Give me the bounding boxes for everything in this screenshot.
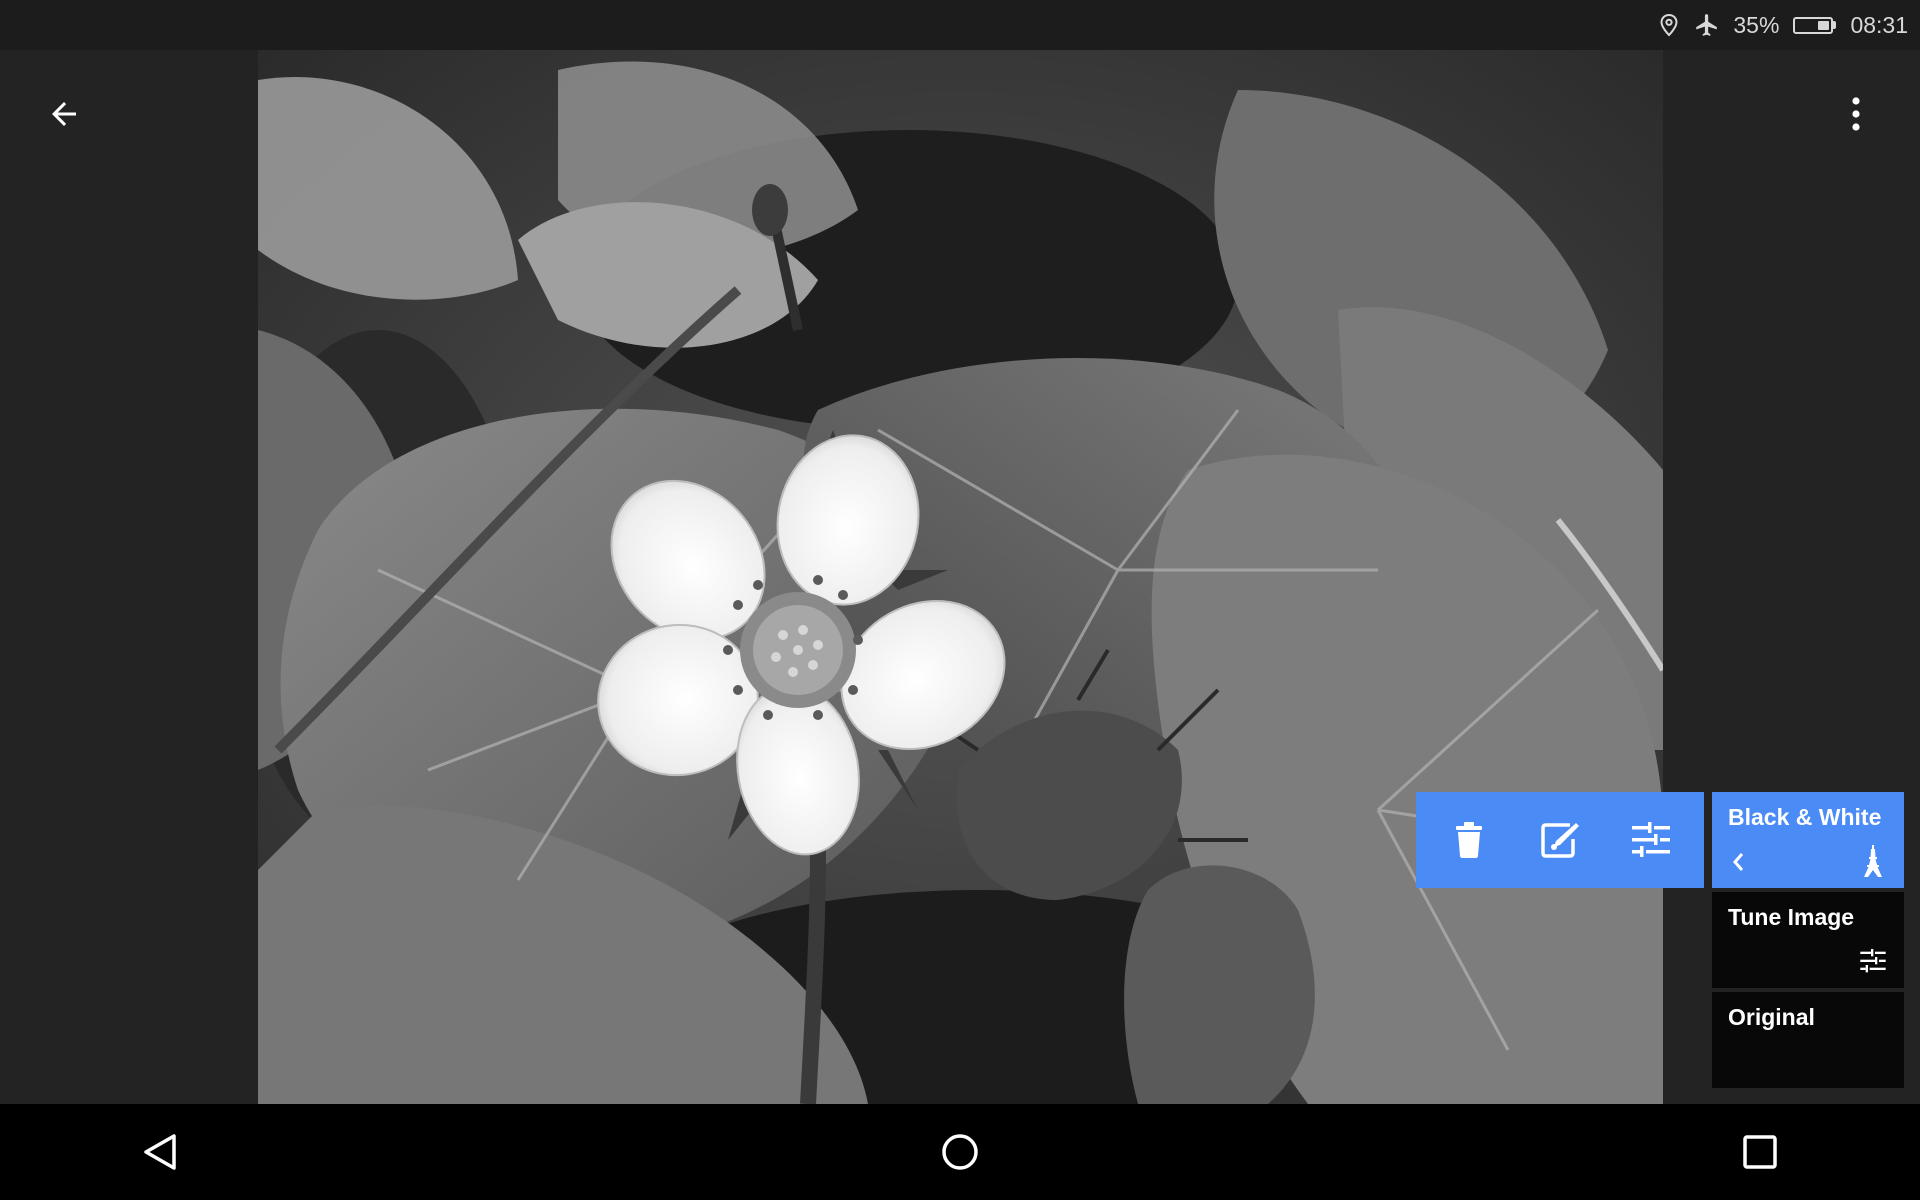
filter-tune-image-label: Tune Image: [1728, 904, 1855, 930]
battery-level: [1818, 20, 1830, 30]
sliders-icon: [1858, 946, 1888, 976]
edit-button[interactable]: [1528, 808, 1592, 872]
nav-back-button[interactable]: [128, 1120, 192, 1184]
sliders-icon: [1631, 822, 1670, 857]
battery-icon: [1793, 16, 1837, 34]
battery-percent: 35%: [1733, 11, 1780, 38]
edit-toolbar: [1416, 792, 1704, 888]
filter-tune-image[interactable]: Tune Image: [1712, 892, 1904, 988]
trash-icon: [1456, 822, 1483, 858]
chevron-left-icon[interactable]: [1726, 850, 1750, 874]
filter-original-label: Original: [1728, 1004, 1815, 1030]
triangle-back-icon: [144, 1134, 176, 1170]
filter-black-white[interactable]: Black & White: [1712, 792, 1904, 888]
screen: 35% 08:31 Black & White Tune Image Origi…: [0, 0, 1920, 1200]
edit-pencil-icon: [1541, 823, 1579, 858]
filter-original[interactable]: Original: [1712, 992, 1904, 1088]
navigation-bar: [0, 1104, 1920, 1200]
back-button[interactable]: [36, 86, 92, 142]
photo[interactable]: [258, 50, 1663, 1104]
more-options-button[interactable]: [1828, 86, 1884, 142]
eiffel-tower-icon: [1858, 845, 1888, 877]
location-icon: [1659, 13, 1679, 37]
delete-button[interactable]: [1437, 808, 1501, 872]
airplane-mode-icon: [1693, 12, 1719, 38]
square-recents-icon: [1743, 1135, 1777, 1169]
tune-button[interactable]: [1619, 808, 1683, 872]
arrow-back-icon: [52, 102, 76, 126]
more-vert-icon: [1852, 97, 1860, 131]
status-bar: 35% 08:31: [0, 0, 1920, 50]
flower-photo-image: [258, 50, 1663, 1104]
filter-panel: Black & White Tune Image Original: [1712, 792, 1904, 1092]
clock: 08:31: [1850, 11, 1908, 38]
filter-black-white-label: Black & White: [1728, 804, 1882, 830]
circle-home-icon: [942, 1134, 978, 1170]
nav-recents-button[interactable]: [1728, 1120, 1792, 1184]
nav-home-button[interactable]: [928, 1120, 992, 1184]
